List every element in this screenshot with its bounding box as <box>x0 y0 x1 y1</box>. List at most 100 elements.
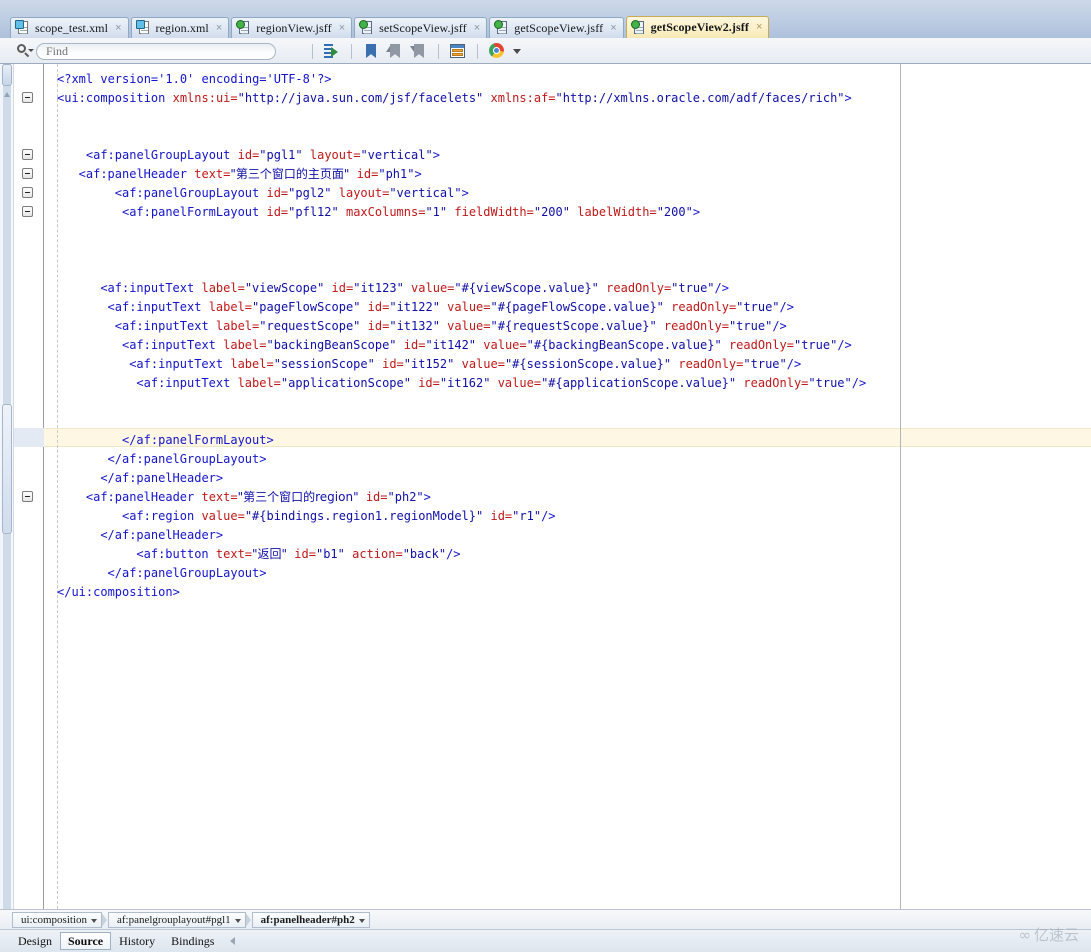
view-tab-source[interactable]: Source <box>60 932 112 950</box>
dropdown-caret-icon[interactable] <box>513 48 521 54</box>
preview-in-browser-icon[interactable] <box>487 42 507 60</box>
close-icon[interactable]: × <box>115 22 121 34</box>
bookmark-toggle-icon[interactable] <box>361 42 381 60</box>
close-icon[interactable]: × <box>474 22 480 34</box>
bookmark-previous-icon[interactable] <box>385 42 405 60</box>
chevron-down-icon[interactable] <box>234 919 241 923</box>
block-indent-icon[interactable] <box>322 42 342 60</box>
find-input[interactable] <box>36 42 276 60</box>
code-token-attr: value= <box>483 338 527 352</box>
code-token-tag: </af:panelGroupLayout> <box>107 452 267 466</box>
watermark-text: 亿速云 <box>1033 926 1079 944</box>
xml-file-icon <box>135 20 151 35</box>
code-token-val: "true" <box>743 357 787 371</box>
code-token-tag: <af:inputText <box>114 319 216 333</box>
code-line: <af:inputText label="pageFlowScope" id="… <box>108 298 794 317</box>
code-token-val: "true" <box>808 376 852 390</box>
code-token-val: "200" <box>656 205 693 219</box>
chevron-down-icon[interactable] <box>91 919 97 923</box>
code-token-val: "vertical" <box>360 148 433 162</box>
breadcrumb-item-2[interactable]: af:panelheader#ph2 <box>251 912 370 928</box>
code-line: <?xml version='1.0' encoding='UTF-8'?> <box>57 70 332 89</box>
code-token-attr: id= <box>365 490 388 504</box>
breadcrumb-item-label: af:panelheader#ph2 <box>260 914 355 926</box>
code-token-attr: label= <box>215 319 260 333</box>
code-token-val: "ph1" <box>378 167 415 181</box>
editor-tab-region-xml[interactable]: region.xml × <box>130 17 230 38</box>
code-token-val: "r1" <box>512 509 542 523</box>
editor-view-tabs: Design Source History Bindings <box>10 932 236 950</box>
view-tabs-scroll-left-icon[interactable] <box>230 937 236 945</box>
view-tab-design[interactable]: Design <box>10 932 60 950</box>
property-inspector-icon[interactable] <box>448 42 468 60</box>
code-token-attr: xmlns:af= <box>490 91 556 105</box>
editor-tab-getscopeview-jsff[interactable]: getScopeView.jsff × <box>489 17 624 38</box>
code-token-tag: <af:inputText <box>129 357 231 371</box>
search-icon[interactable] <box>16 43 34 59</box>
code-text-area[interactable]: <?xml version='1.0' encoding='UTF-8'?> <u… <box>0 64 1091 909</box>
code-token-pi: <?xml version='1.0' encoding='UTF-8'?> <box>57 72 332 86</box>
editor-tab-scope-test-xml[interactable]: scope_test.xml × <box>10 17 129 38</box>
editor-tab-regionview-jsff[interactable]: regionView.jsff × <box>231 17 353 38</box>
code-token-val: "#{applicationScope.value}" <box>541 376 737 390</box>
jsff-file-icon <box>630 19 646 35</box>
close-icon[interactable]: × <box>610 22 616 34</box>
code-line: <af:panelFormLayout id="pfl12" maxColumn… <box>122 203 700 222</box>
code-token-val: "pageFlowScope" <box>252 300 361 314</box>
code-line: </af:panelFormLayout> <box>122 431 274 450</box>
code-token-attr: label= <box>237 376 281 390</box>
code-line: </af:panelHeader> <box>100 469 223 488</box>
code-token-val: "第三个窗口的region" <box>237 490 359 504</box>
watermark: ∞ 亿速云 <box>1018 924 1079 945</box>
code-line: <af:inputText label="requestScope" id="i… <box>115 317 787 336</box>
code-token-attr: readOnly= <box>678 357 744 371</box>
editor-tab-setscopeview-jsff[interactable]: setScopeView.jsff × <box>354 17 488 38</box>
code-token-val: "#{viewScope.value}" <box>454 281 599 295</box>
jsff-file-icon <box>359 20 374 35</box>
bookmark-next-icon[interactable] <box>409 42 429 60</box>
code-token-val: "#{bindings.region1.regionModel}" <box>244 509 484 523</box>
editor-toolbar <box>0 38 1091 64</box>
code-token-tag: > <box>844 91 852 105</box>
code-token-val: "back" <box>402 547 447 561</box>
view-tab-history[interactable]: History <box>111 932 163 950</box>
editor-tab-getscopeview2-jsff[interactable]: getScopeView2.jsff × <box>625 16 770 38</box>
code-token-val: "true" <box>671 281 715 295</box>
code-token-attr: id= <box>331 281 354 295</box>
toolbar-icon-group <box>305 42 521 60</box>
code-line: </af:panelGroupLayout> <box>108 450 267 469</box>
code-token-attr: id= <box>490 509 513 523</box>
close-icon[interactable]: × <box>339 22 345 34</box>
editor-view-tab-bar: Design Source History Bindings <box>0 929 1091 952</box>
code-token-attr: id= <box>367 300 390 314</box>
code-line: <af:inputText label="viewScope" id="it12… <box>100 279 729 298</box>
code-token-tag: <af:inputText <box>100 281 202 295</box>
close-icon[interactable]: × <box>216 22 222 34</box>
breadcrumb-item-0[interactable]: ui:composition <box>12 912 102 928</box>
chevron-down-icon[interactable] <box>358 919 365 923</box>
code-token-tag: <af:panelGroupLayout <box>114 186 267 200</box>
code-token-attr: readOnly= <box>663 319 729 333</box>
code-token-val: "#{pageFlowScope.value}" <box>490 300 664 314</box>
code-token-tag: /> <box>772 319 787 333</box>
code-token-val: "it132" <box>389 319 440 333</box>
code-token-tag: <ui:composition <box>57 91 173 105</box>
code-token-tag: <af:inputText <box>121 338 224 352</box>
code-token-tag: <af:button <box>136 547 216 561</box>
code-line: </ui:composition> <box>57 583 180 602</box>
code-token-val: "true" <box>736 300 780 314</box>
breadcrumb-item-1[interactable]: af:panelgrouplayout#pgl1 <box>108 912 246 928</box>
code-token-attr: value= <box>411 281 455 295</box>
source-editor[interactable]: <?xml version='1.0' encoding='UTF-8'?> <u… <box>0 64 1091 909</box>
code-token-tag: </ui:composition> <box>57 585 180 599</box>
code-token-attr: id= <box>266 186 289 200</box>
code-token-tag: <af:inputText <box>107 300 209 314</box>
code-token-attr: action= <box>352 547 403 561</box>
view-tab-bindings[interactable]: Bindings <box>163 932 222 950</box>
code-token-tag: <af:inputText <box>136 376 238 390</box>
close-icon[interactable]: × <box>756 22 762 33</box>
